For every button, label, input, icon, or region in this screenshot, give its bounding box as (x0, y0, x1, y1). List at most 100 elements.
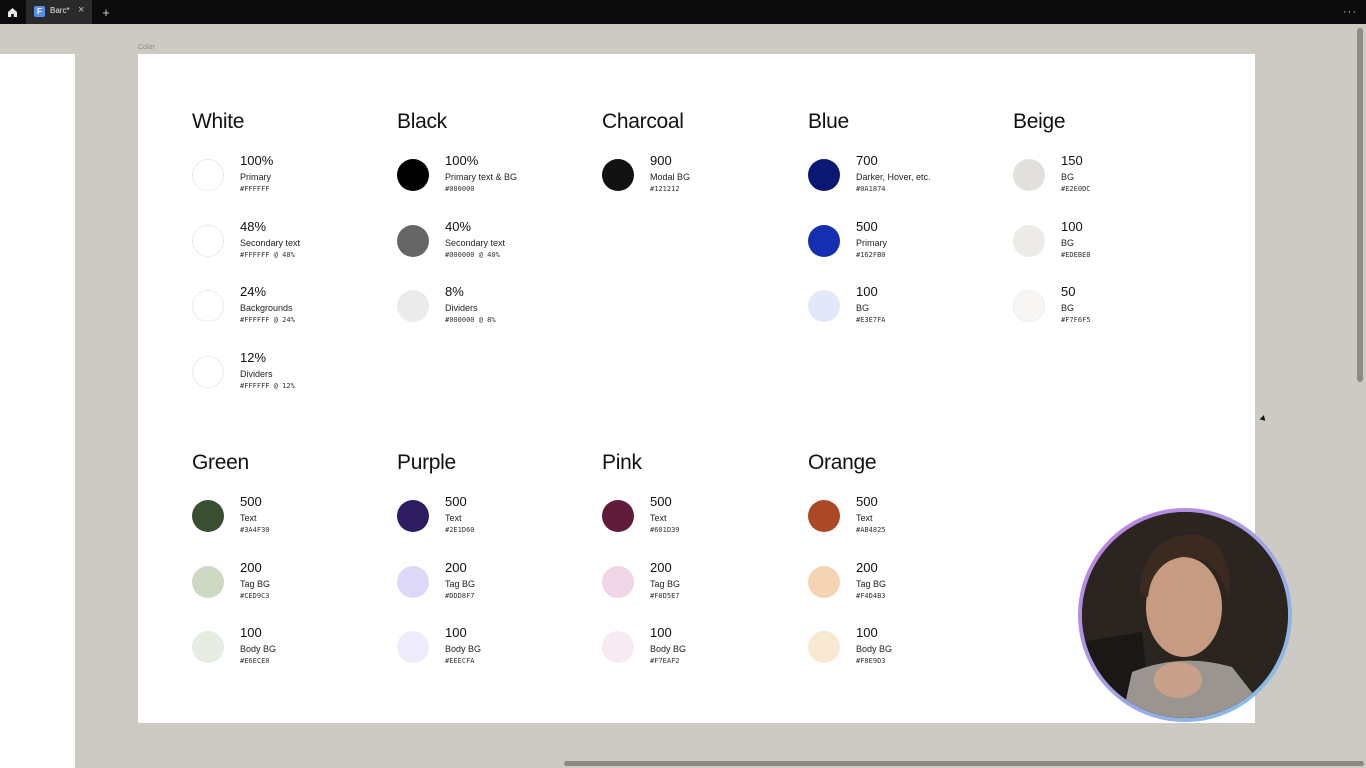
swatch-row[interactable]: 100 BG #EDEBE8 (1013, 219, 1213, 269)
swatch-value: 500 (650, 494, 672, 509)
swatch-value: 40% (445, 218, 472, 234)
color-swatch[interactable] (192, 631, 224, 663)
swatch-role: Tag BG (240, 578, 271, 589)
color-group-title: Black (397, 110, 447, 133)
home-button[interactable] (0, 0, 24, 24)
color-swatch[interactable] (192, 224, 224, 257)
swatch-row[interactable]: 12% Dividers #FFFFFF @ 12% (192, 350, 392, 400)
color-swatch[interactable] (397, 565, 429, 598)
swatch-hex: #FFFFFF @ 48% (240, 250, 295, 259)
color-group-title: Charcoal (602, 110, 684, 133)
swatch-value: 200 (650, 559, 672, 575)
swatch-row[interactable]: 24% Backgrounds #FFFFFF @ 24% (192, 284, 392, 334)
swatch-row[interactable]: 200 Tag BG #CED9C3 (192, 560, 392, 610)
swatch-role: Dividers (240, 368, 273, 379)
swatch-value: 100 (445, 625, 467, 640)
color-swatch[interactable] (1013, 224, 1045, 257)
color-swatch[interactable] (192, 565, 224, 598)
swatch-row[interactable]: 500 Text #2E1D60 (397, 494, 597, 544)
swatch-row[interactable]: 100 Body BG #EEECFA (397, 625, 597, 675)
color-group-title: Blue (808, 110, 849, 133)
swatch-row[interactable]: 900 Modal BG #121212 (602, 153, 802, 203)
color-group-green: Green 500 Text #3A4F30 200 Tag BG #CED9C3 100 Bo… (192, 451, 392, 691)
color-swatch[interactable] (808, 565, 840, 598)
swatch-value: 500 (445, 494, 467, 509)
swatch-hex: #F7F6F5 (1061, 316, 1091, 324)
swatch-hex: #F0D5E7 (650, 591, 680, 600)
swatch-value: 100% (445, 153, 479, 168)
swatch-hex: #000000 @ 8% (445, 316, 496, 324)
color-swatch[interactable] (602, 500, 634, 532)
swatch-row[interactable]: 500 Primary #162FB0 (808, 219, 1008, 269)
swatch-role: Body BG (445, 644, 482, 654)
swatch-hex: #FFFFFF @ 24% (240, 316, 295, 324)
color-group-orange: Orange 500 Text #AB4825 200 Tag BG #F4D4B3 100 B… (808, 451, 1008, 691)
color-swatch[interactable] (1013, 159, 1045, 191)
color-swatch[interactable] (397, 500, 429, 532)
swatch-row[interactable]: 100 Body BG #E6ECE0 (192, 625, 392, 675)
color-swatch[interactable] (602, 565, 634, 598)
swatch-row[interactable]: 200 Tag BG #DDD8F7 (397, 560, 597, 610)
color-group-title: Purple (397, 451, 456, 474)
swatch-row[interactable]: 500 Text #3A4F30 (192, 494, 392, 544)
swatch-value: 500 (856, 494, 878, 509)
swatch-row[interactable]: 150 BG #E2E0DC (1013, 153, 1213, 203)
swatch-row[interactable]: 100% Primary #FFFFFF (192, 153, 392, 203)
color-swatch[interactable] (397, 631, 429, 663)
swatch-value: 200 (856, 559, 878, 575)
color-swatch[interactable] (808, 290, 840, 322)
swatch-row[interactable]: 500 Text #AB4825 (808, 494, 1008, 544)
swatch-value: 100 (650, 625, 672, 640)
file-tab[interactable]: F Barc* × (26, 0, 92, 24)
swatch-row[interactable]: 100% Primary text & BG #000000 (397, 153, 597, 203)
color-swatch[interactable] (602, 631, 634, 663)
color-group-beige: Beige 150 BG #E2E0DC 100 BG #EDEBE8 50 BG #F7F6F5 (1013, 110, 1213, 350)
frame-label[interactable]: Color (138, 44, 155, 51)
color-swatch[interactable] (1013, 290, 1045, 322)
swatch-hex: #F8E9D3 (856, 657, 886, 665)
color-swatch[interactable] (192, 355, 224, 388)
color-swatch[interactable] (397, 290, 429, 322)
swatch-row[interactable]: 200 Tag BG #F0D5E7 (602, 560, 802, 610)
color-group-white: White 100% Primary #FFFFFF 48% Secondary text… (192, 110, 392, 415)
color-swatch[interactable] (397, 159, 429, 191)
swatch-row[interactable]: 200 Tag BG #F4D4B3 (808, 560, 1008, 610)
swatch-row[interactable]: 700 Darker, Hover, etc. #0A1874 (808, 153, 1008, 203)
swatch-role: Body BG (856, 644, 893, 654)
swatch-row[interactable]: 500 Text #601D39 (602, 494, 802, 544)
color-swatch[interactable] (602, 159, 634, 191)
color-group-title: Pink (602, 451, 642, 474)
swatch-value: 50 (1061, 284, 1076, 299)
swatch-hex: #F7EAF2 (650, 657, 680, 665)
swatch-role: Modal BG (650, 172, 691, 182)
color-swatch[interactable] (808, 224, 840, 257)
vertical-scrollbar[interactable] (1357, 28, 1363, 382)
close-tab-button[interactable]: × (78, 4, 84, 16)
color-group-blue: Blue 700 Darker, Hover, etc. #0A1874 500 Prim… (808, 110, 1008, 350)
swatch-hex: #CED9C3 (240, 591, 270, 600)
swatch-role: Tag BG (445, 578, 476, 589)
color-swatch[interactable] (192, 290, 224, 322)
swatch-role: Dividers (445, 303, 478, 313)
color-swatch[interactable] (808, 631, 840, 663)
swatch-row[interactable]: 8% Dividers #000000 @ 8% (397, 284, 597, 334)
mouse-cursor-icon (1259, 415, 1268, 423)
color-group-title: White (192, 110, 245, 133)
color-swatch[interactable] (808, 159, 840, 191)
horizontal-scrollbar[interactable] (564, 761, 1364, 766)
swatch-row[interactable]: 100 Body BG #F7EAF2 (602, 625, 802, 675)
side-frame[interactable] (0, 54, 75, 768)
color-swatch[interactable] (397, 224, 429, 257)
swatch-role: Backgrounds (240, 303, 293, 313)
color-swatch[interactable] (192, 500, 224, 532)
color-swatch[interactable] (192, 159, 224, 191)
new-tab-button[interactable]: + (98, 0, 114, 24)
swatch-row[interactable]: 48% Secondary text #FFFFFF @ 48% (192, 219, 392, 269)
swatch-row[interactable]: 100 BG #E3E7FA (808, 284, 1008, 334)
color-swatch[interactable] (808, 500, 840, 532)
color-group-black: Black 100% Primary text & BG #000000 40% Seco… (397, 110, 597, 350)
swatch-row[interactable]: 100 Body BG #F8E9D3 (808, 625, 1008, 675)
more-options-button[interactable]: ··· (1340, 0, 1360, 24)
swatch-row[interactable]: 50 BG #F7F6F5 (1013, 284, 1213, 334)
swatch-row[interactable]: 40% Secondary text #000000 @ 40% (397, 219, 597, 269)
